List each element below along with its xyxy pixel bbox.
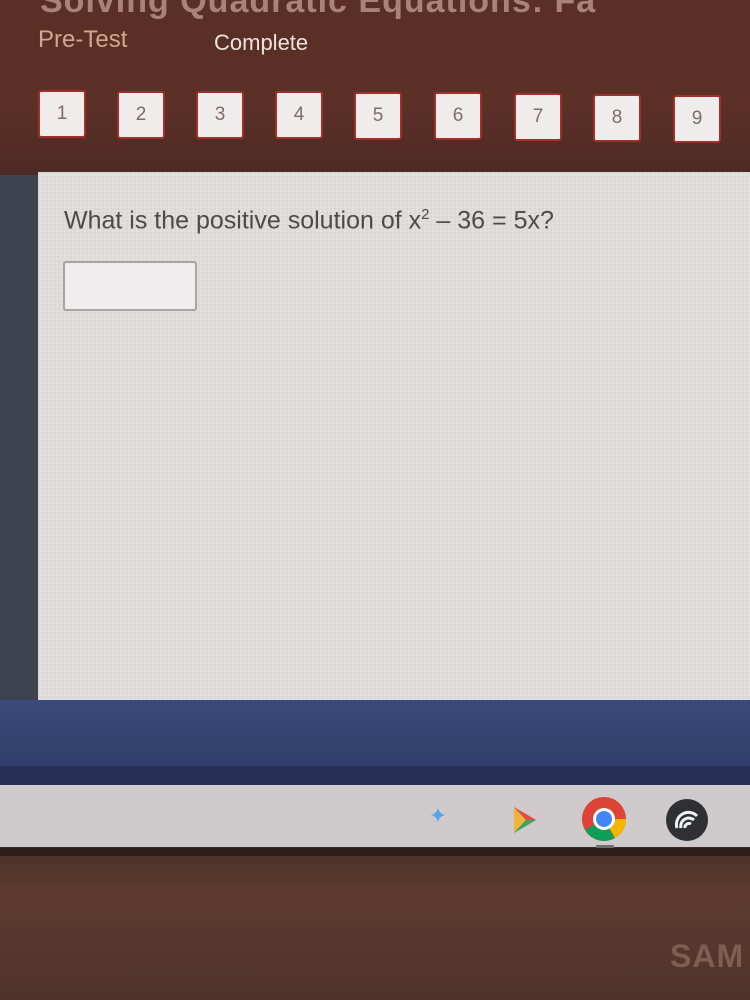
answer-input[interactable] [63,261,197,311]
question-suffix: – 36 = 5x? [429,206,554,235]
question-nav: 1 2 3 4 5 6 7 8 9 [38,90,738,150]
tab-complete[interactable]: Complete [214,30,308,56]
page-footer-edge [0,766,750,786]
question-variable: x [408,206,422,235]
device-bezel [0,848,750,1000]
chrome-icon[interactable] [580,795,628,843]
tab-pre-test[interactable]: Pre-Test [38,26,127,54]
question-button-4[interactable]: 4 [275,91,323,139]
question-button-7[interactable]: 7 [514,93,562,141]
question-button-6[interactable]: 6 [434,92,482,140]
taskbar [0,785,750,847]
question-prefix: What is the positive solution of [64,206,409,235]
question-panel: What is the positive solution of x2 – 36… [38,172,750,702]
assistant-icon[interactable]: ✦ [428,805,448,827]
lesson-title: Solving Quadratic Equations: Fa [40,0,597,20]
question-button-3[interactable]: 3 [196,91,244,139]
question-button-2[interactable]: 2 [117,91,165,139]
play-store-icon[interactable] [512,805,538,835]
brand-logo: SAM [670,938,745,974]
question-button-9[interactable]: 9 [673,95,721,143]
screen-edge [0,848,750,856]
launcher-icon[interactable] [665,798,709,842]
question-button-1[interactable]: 1 [38,90,86,138]
left-edge [0,175,38,705]
question-button-8[interactable]: 8 [593,94,641,142]
question-button-5[interactable]: 5 [354,92,402,140]
app-header: Solving Quadratic Equations: Fa Pre-Test… [0,0,750,175]
question-text: What is the positive solution of x2 – 36… [64,206,554,235]
